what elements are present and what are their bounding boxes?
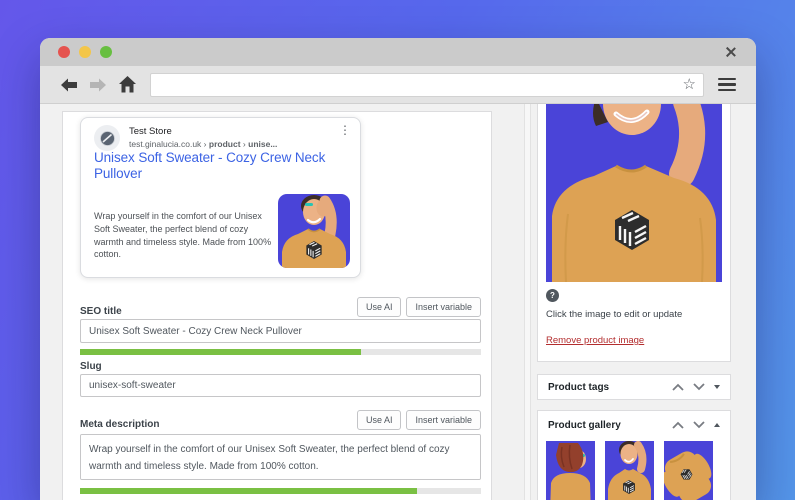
- seo-title-label: SEO title: [80, 306, 122, 317]
- product-tags-panel: Product tags: [537, 374, 731, 400]
- home-icon[interactable]: [116, 76, 138, 94]
- move-down-icon[interactable]: [693, 383, 705, 391]
- breadcrumb-separator: ›: [242, 139, 246, 149]
- breadcrumb-domain: test.ginalucia.co.uk: [129, 139, 202, 149]
- gallery-thumbnail-back-view[interactable]: [546, 441, 595, 500]
- window-titlebar: [40, 38, 756, 66]
- meta-description-progress: [80, 488, 481, 494]
- product-tags-title: Product tags: [548, 381, 610, 393]
- close-icon[interactable]: [724, 45, 738, 59]
- minimize-dot-icon[interactable]: [79, 46, 91, 58]
- result-options-icon[interactable]: ⋮: [339, 124, 351, 136]
- seo-title-row: SEO title Use AI Insert variable: [80, 295, 481, 317]
- move-up-icon[interactable]: [672, 383, 684, 391]
- menu-icon[interactable]: [718, 77, 736, 92]
- toggle-panel-icon[interactable]: [714, 423, 720, 427]
- column-divider: [524, 104, 531, 500]
- result-description: Wrap yourself in the comfort of our Unis…: [94, 211, 272, 260]
- result-thumbnail-image: [278, 194, 350, 268]
- gallery-thumbnail-flat-lay[interactable]: [664, 441, 713, 500]
- browser-toolbar: ☆: [40, 66, 756, 104]
- browser-window: ☆ Test Store test.ginalucia.co.uk › prod…: [40, 38, 756, 500]
- search-preview-card: Test Store test.ginalucia.co.uk › produc…: [80, 117, 361, 278]
- traffic-lights: [58, 46, 112, 58]
- site-favicon-icon: [94, 125, 120, 151]
- seo-title-progress: [80, 349, 481, 355]
- result-title-link[interactable]: Unisex Soft Sweater - Cozy Crew Neck Pul…: [94, 150, 348, 182]
- breadcrumb: test.ginalucia.co.uk › product › unise..…: [129, 139, 277, 149]
- insert-variable-button[interactable]: Insert variable: [406, 297, 481, 317]
- meta-description-row: Meta description Use AI Insert variable: [80, 408, 481, 430]
- featured-image-panel: ? Click the image to edit or update Remo…: [537, 104, 731, 362]
- gallery-thumbnail-front-view[interactable]: [605, 441, 654, 500]
- move-up-icon[interactable]: [672, 421, 684, 429]
- maximize-dot-icon[interactable]: [100, 46, 112, 58]
- breadcrumb-segment: product: [208, 139, 241, 149]
- seo-title-progress-fill: [80, 349, 361, 355]
- seo-panel: Test Store test.ginalucia.co.uk › produc…: [62, 111, 492, 500]
- use-ai-button[interactable]: Use AI: [356, 297, 402, 317]
- slug-row: Slug: [80, 358, 481, 372]
- seo-title-input[interactable]: [80, 319, 481, 343]
- slug-input[interactable]: [80, 374, 481, 397]
- toggle-panel-icon[interactable]: [714, 385, 720, 389]
- help-icon[interactable]: ?: [546, 289, 559, 302]
- meta-description-progress-fill: [80, 488, 417, 494]
- product-gallery-title: Product gallery: [548, 419, 621, 431]
- use-ai-button[interactable]: Use AI: [356, 410, 402, 430]
- image-hint-text: Click the image to edit or update: [546, 309, 683, 320]
- close-dot-icon[interactable]: [58, 46, 70, 58]
- url-input[interactable]: ☆: [150, 72, 704, 97]
- page-content: Test Store test.ginalucia.co.uk › produc…: [40, 104, 756, 500]
- breadcrumb-separator: ›: [203, 139, 207, 149]
- product-image[interactable]: [546, 104, 722, 282]
- breadcrumb-segment: unise...: [248, 139, 278, 149]
- gallery-thumbnails: [546, 441, 713, 500]
- move-down-icon[interactable]: [693, 421, 705, 429]
- site-name: Test Store: [129, 126, 172, 137]
- slug-label: Slug: [80, 361, 102, 372]
- meta-description-textarea[interactable]: Wrap yourself in the comfort of our Unis…: [80, 434, 481, 480]
- back-icon[interactable]: [58, 76, 80, 94]
- insert-variable-button[interactable]: Insert variable: [406, 410, 481, 430]
- product-gallery-panel: Product gallery: [537, 410, 731, 500]
- forward-icon: [86, 76, 108, 94]
- meta-description-label: Meta description: [80, 419, 160, 430]
- bookmark-star-icon[interactable]: ☆: [683, 77, 696, 92]
- remove-product-image-link[interactable]: Remove product image: [546, 335, 644, 346]
